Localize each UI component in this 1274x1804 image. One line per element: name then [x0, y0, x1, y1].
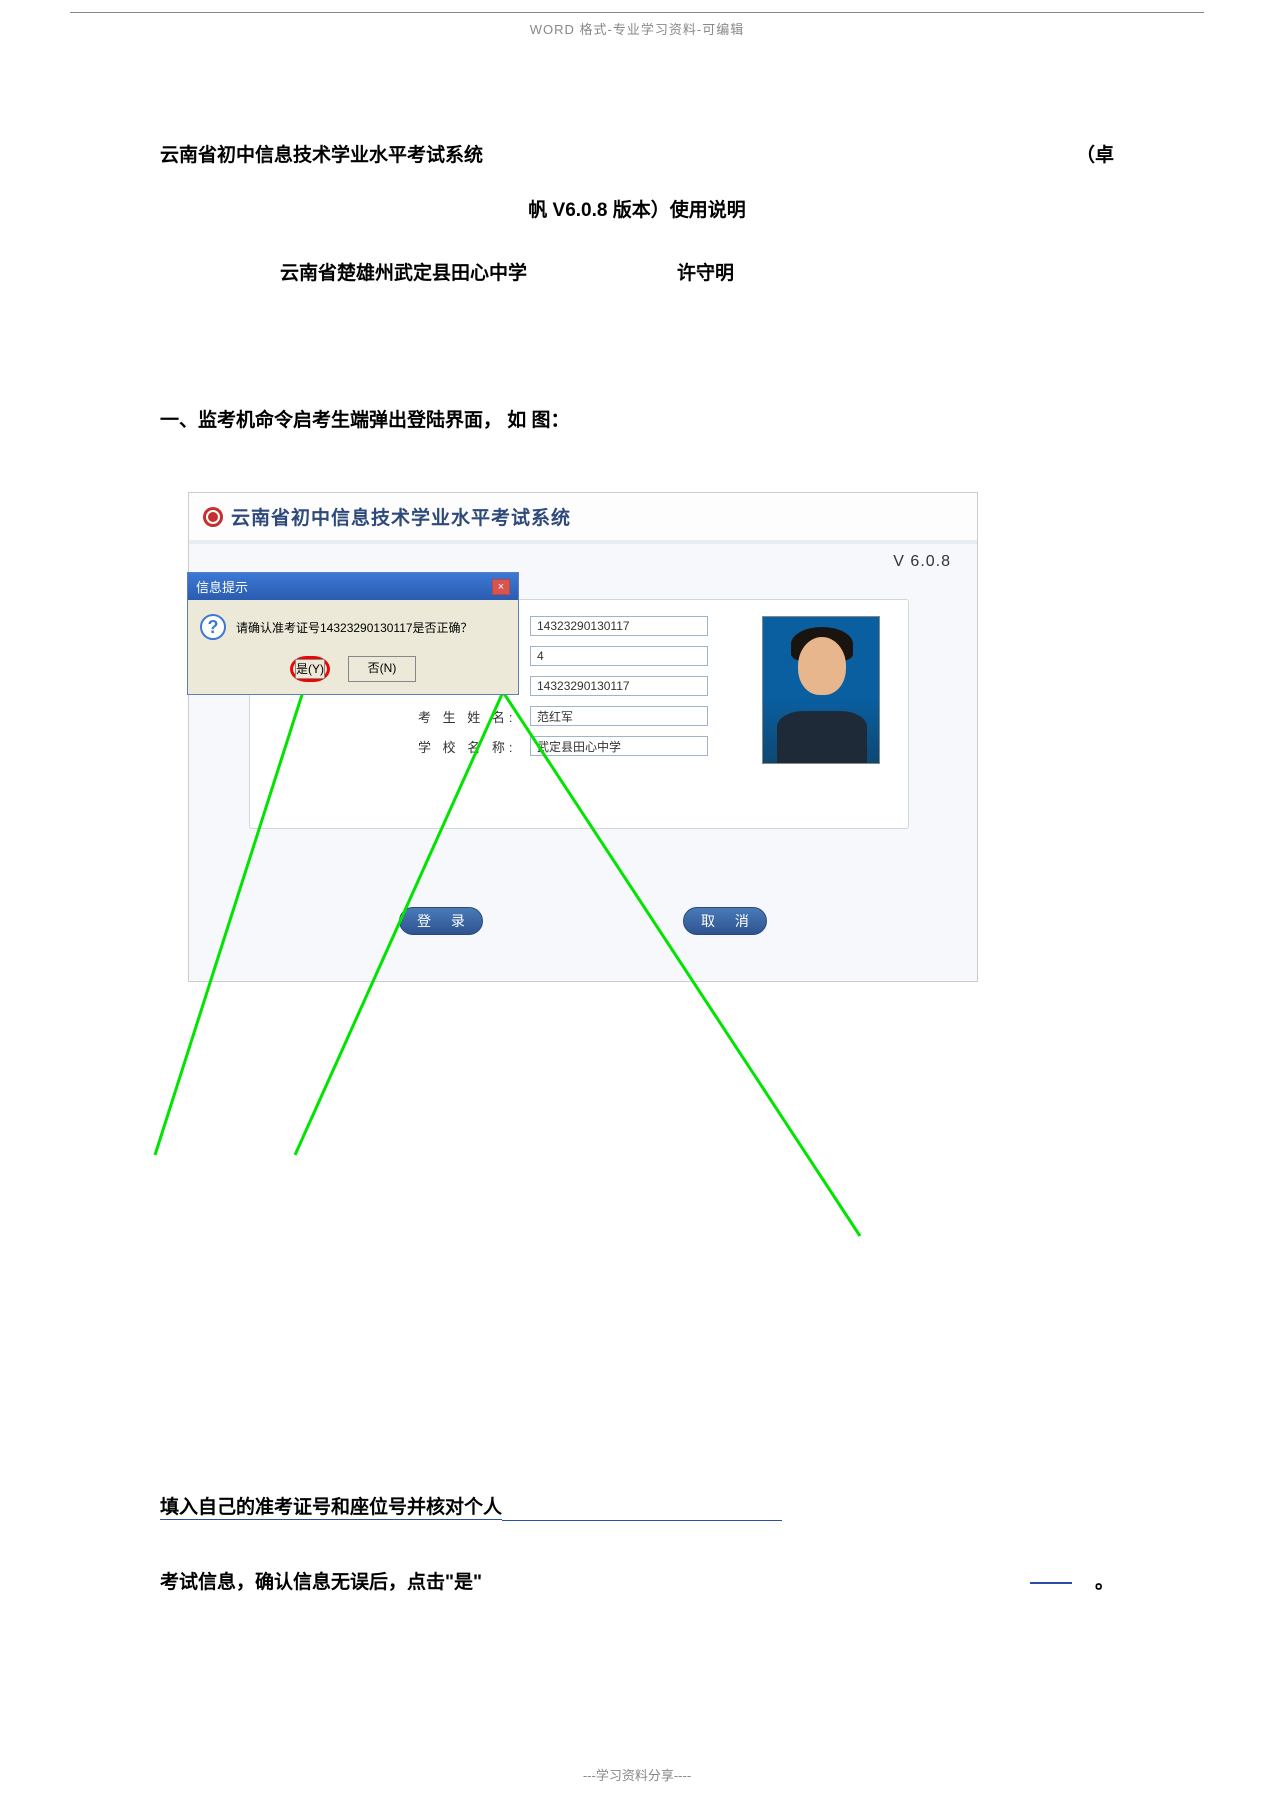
photo-body: [777, 711, 867, 763]
page-header: WORD 格式-专业学习资料-可编辑: [0, 19, 1274, 38]
input-school[interactable]: [530, 736, 708, 756]
app-titlebar: 云南省初中信息技术学业水平考试系统: [189, 493, 977, 544]
blank-underline: [1030, 1582, 1072, 1584]
doc-title-row2: 帆 V6.0.8 版本）使用说明: [160, 195, 1114, 222]
document-body: 云南省初中信息技术学业水平考试系统 （卓 帆 V6.0.8 版本）使用说明 云南…: [160, 140, 1114, 1594]
author-name: 许守明: [677, 258, 734, 285]
doc-title-left: 云南省初中信息技术学业水平考试系统: [160, 140, 483, 167]
top-rule: [70, 12, 1204, 13]
input-seat[interactable]: [530, 646, 708, 666]
instruction-block: 填入自己的准考证号和座位号并核对个人 考试信息，确认信息无误后，点击"是" 。: [160, 1492, 1114, 1594]
doc-title-right: （卓: [1076, 140, 1114, 167]
underline-extension: [502, 1520, 782, 1521]
dialog-buttons: 是(Y) 否(N): [200, 656, 506, 682]
yes-button[interactable]: 是(Y): [295, 659, 325, 679]
input-exam-id[interactable]: [530, 616, 708, 636]
login-button[interactable]: 登 录: [399, 907, 483, 935]
doc-title-row1: 云南省初中信息技术学业水平考试系统 （卓: [160, 140, 1114, 167]
student-photo: [762, 616, 880, 764]
photo-face: [798, 637, 846, 695]
doc-title-row3: 云南省楚雄州武定县田心中学 许守明: [160, 258, 1114, 285]
dialog-message: 请确认准考证号14323290130117是否正确？: [236, 619, 473, 636]
instruction-text-2: 考试信息，确认信息无误后，点击"是": [160, 1567, 482, 1594]
page-footer: ---学习资料分享----: [0, 1765, 1274, 1784]
section-1-heading: 一、监考机命令启考生端弹出登陆界面， 如 图：: [160, 405, 1114, 432]
annotation-circle: 是(Y): [290, 656, 330, 682]
school-name: 云南省楚雄州武定县田心中学: [280, 258, 527, 285]
button-bar: 登 录 取 消: [189, 907, 977, 935]
dialog-titlebar: 信息提示 ×: [188, 573, 518, 600]
label-name: 考 生 姓 名:: [418, 707, 530, 726]
instruction-line1: 填入自己的准考证号和座位号并核对个人: [160, 1492, 1114, 1519]
instruction-text-1: 填入自己的准考证号和座位号并核对个人: [160, 1497, 502, 1518]
label-school: 学 校 名 称:: [418, 737, 530, 756]
input-reg-id[interactable]: [530, 676, 708, 696]
cancel-button[interactable]: 取 消: [683, 907, 767, 935]
row-school: 学 校 名 称:: [418, 736, 708, 756]
embedded-screenshot: 云南省初中信息技术学业水平考试系统 V 6.0.8 准 考 证 号: 座 位 号…: [160, 492, 980, 1062]
instruction-line2: 考试信息，确认信息无误后，点击"是" 。: [160, 1567, 1114, 1594]
question-icon: ?: [200, 614, 226, 640]
app-logo-icon: [203, 507, 223, 527]
exam-app-window: 云南省初中信息技术学业水平考试系统 V 6.0.8 准 考 证 号: 座 位 号…: [188, 492, 978, 982]
dialog-content: ? 请确认准考证号14323290130117是否正确？: [200, 614, 506, 640]
instruction-tail: 。: [1030, 1567, 1114, 1594]
dialog-title: 信息提示: [196, 577, 248, 596]
close-icon[interactable]: ×: [492, 579, 510, 595]
dialog-body: ? 请确认准考证号14323290130117是否正确？ 是(Y) 否(N): [188, 600, 518, 694]
version-label: V 6.0.8: [893, 553, 951, 571]
period: 。: [1095, 1572, 1114, 1593]
confirm-dialog: 信息提示 × ? 请确认准考证号14323290130117是否正确？ 是(Y)…: [187, 572, 519, 695]
no-button[interactable]: 否(N): [348, 656, 416, 682]
input-name[interactable]: [530, 706, 708, 726]
row-name: 考 生 姓 名:: [418, 706, 708, 726]
app-title: 云南省初中信息技术学业水平考试系统: [231, 503, 571, 530]
